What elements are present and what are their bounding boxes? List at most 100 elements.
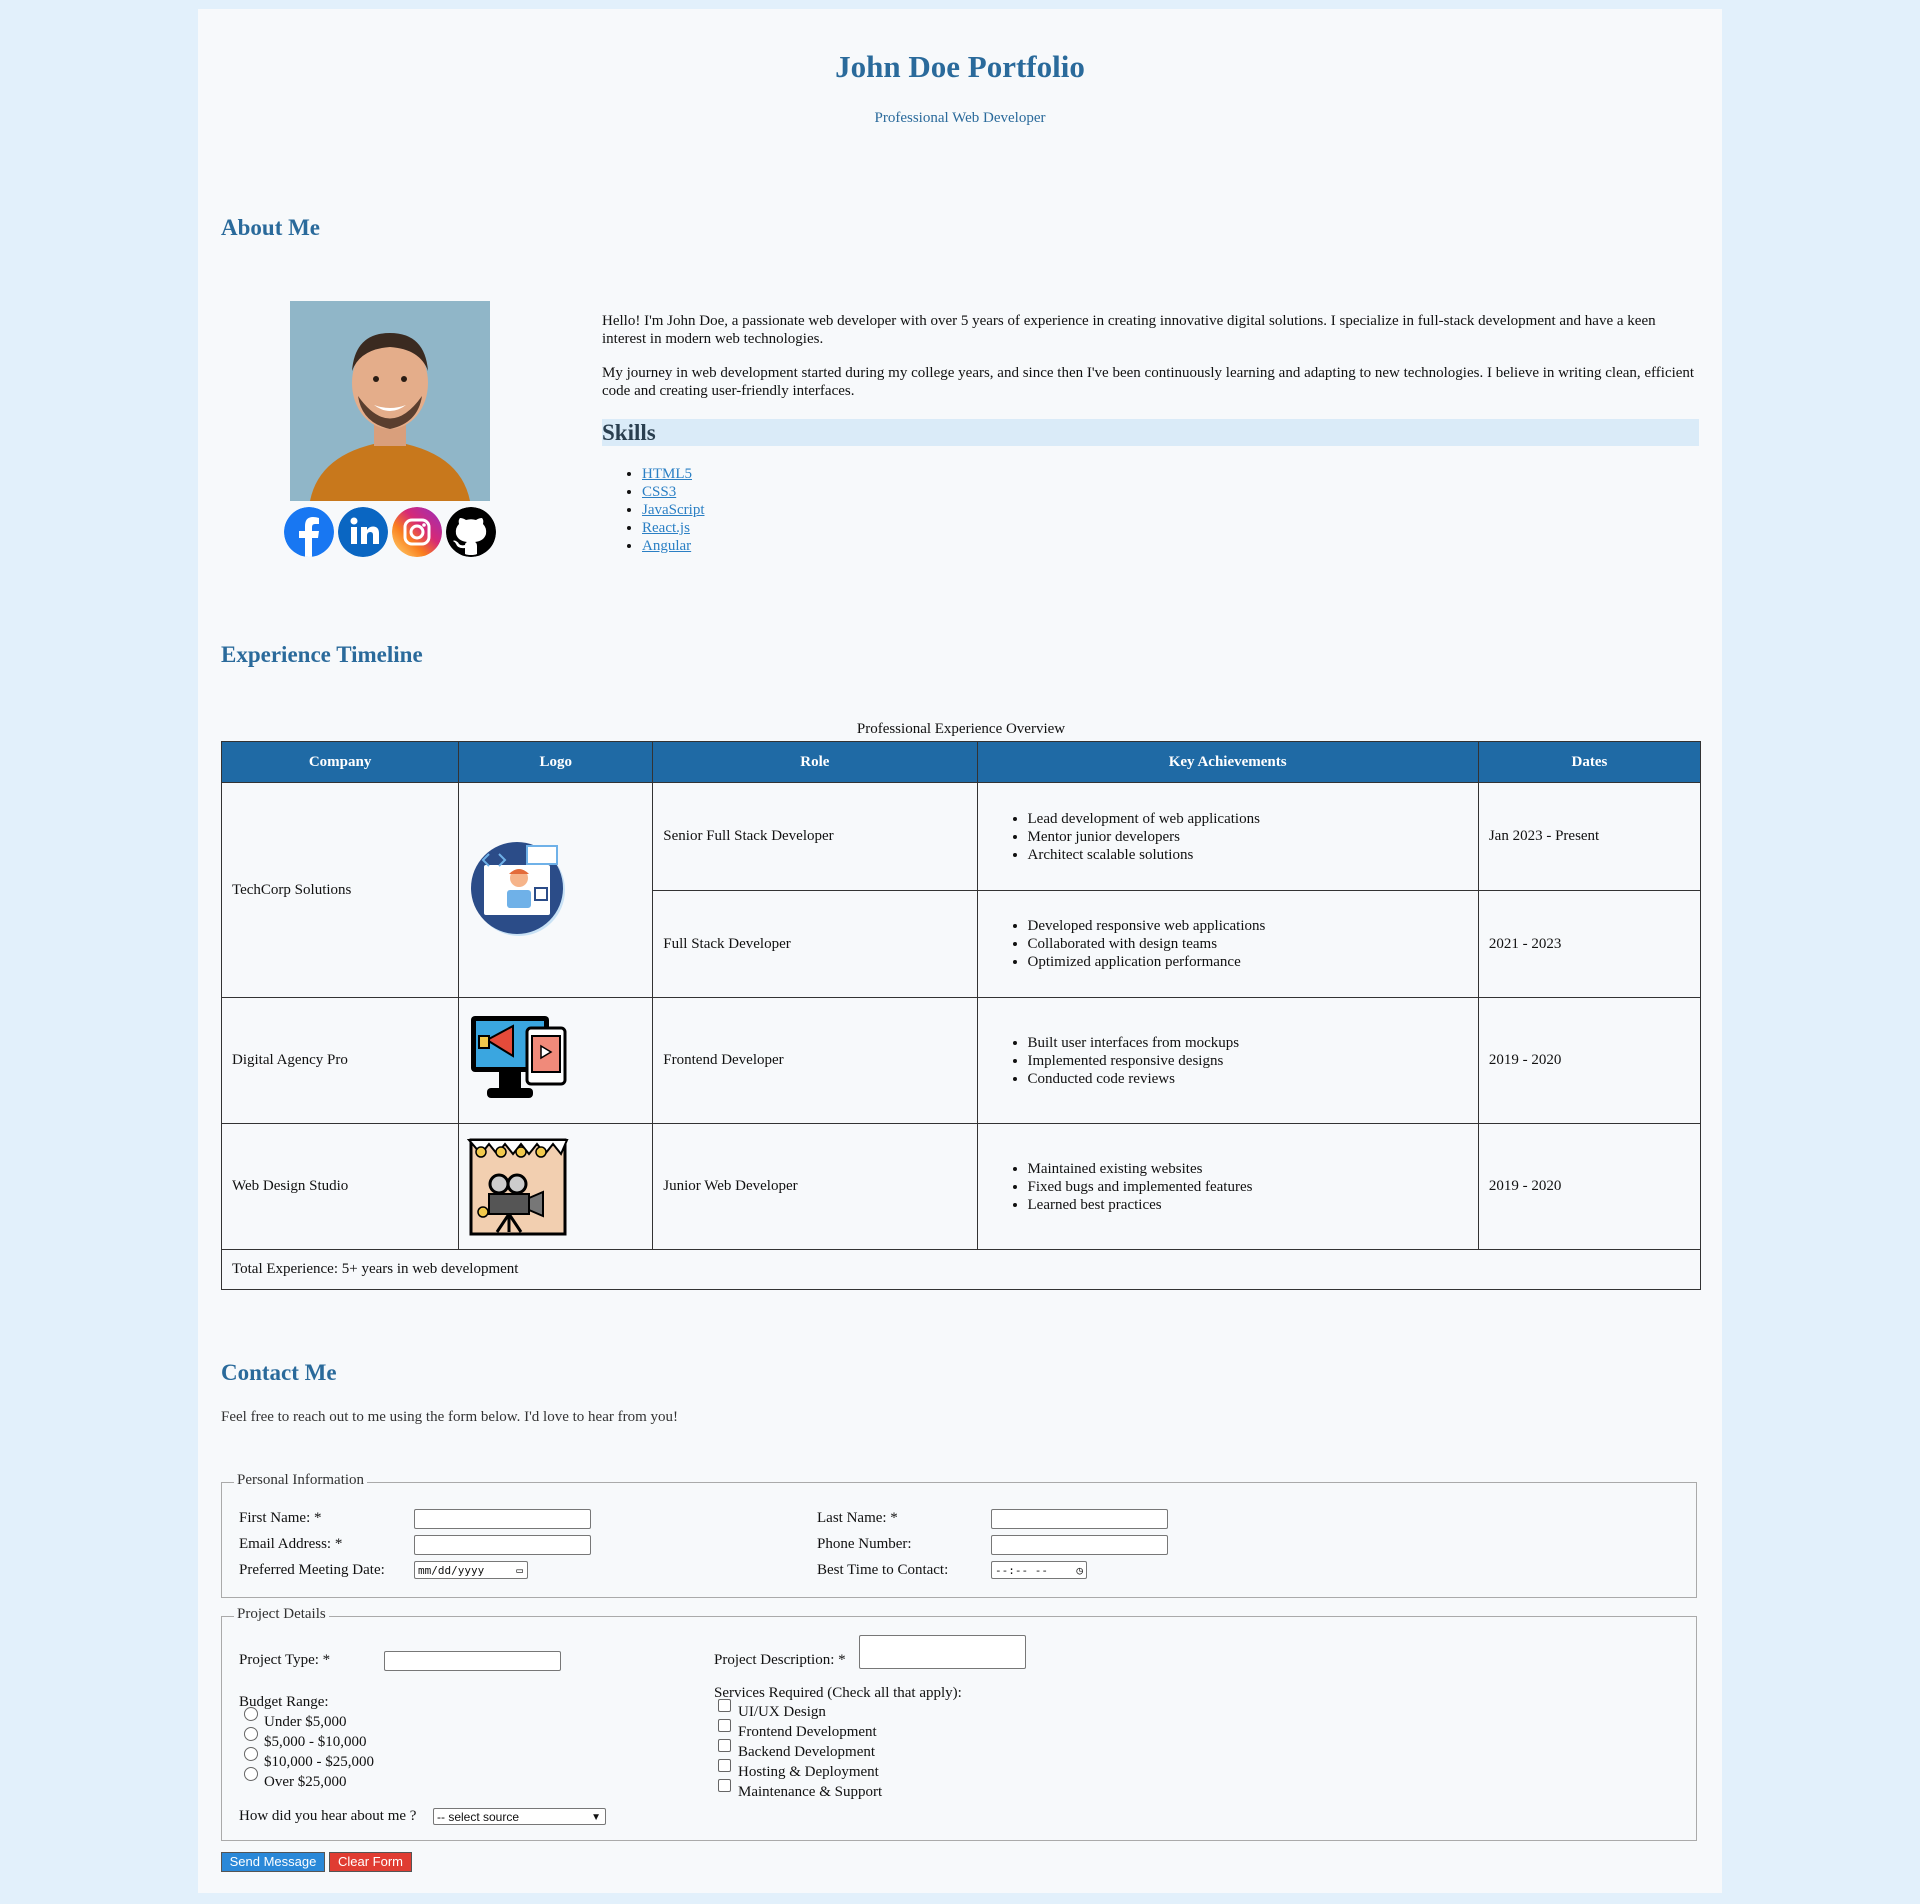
skill-link[interactable]: CSS3	[642, 484, 676, 500]
source-select[interactable]: -- select source ▼	[433, 1808, 606, 1825]
total-experience: Total Experience: 5+ years in web develo…	[221, 1249, 1701, 1290]
budget-option: $5,000 - $10,000	[264, 1734, 367, 1750]
best-time-input[interactable]: --:-- -- ◷	[991, 1561, 1087, 1579]
role-cell: Full Stack Developer	[652, 890, 978, 998]
dates-cell: 2019 - 2020	[1477, 997, 1702, 1124]
contact-intro: Feel free to reach out to me using the f…	[221, 1409, 679, 1425]
facebook-icon[interactable]	[284, 507, 334, 557]
skill-item: HTML5	[642, 465, 704, 483]
achievements-cell: Lead development of web applications Men…	[976, 782, 1479, 891]
achievement-item: Maintained existing websites	[1028, 1160, 1468, 1178]
achievement-item: Mentor junior developers	[1028, 828, 1468, 846]
achievement-item: Learned best practices	[1028, 1196, 1468, 1214]
budget-radio[interactable]	[244, 1707, 258, 1721]
phone-input[interactable]	[991, 1535, 1168, 1555]
achievement-item: Fixed bugs and implemented features	[1028, 1178, 1468, 1196]
service-checkbox[interactable]	[718, 1699, 731, 1712]
best-time-label: Best Time to Contact:	[817, 1562, 949, 1578]
logo-cell	[458, 782, 654, 998]
role-cell: Frontend Developer	[652, 997, 978, 1124]
skills-list: HTML5 CSS3 JavaScript React.js Angular	[602, 465, 704, 555]
project-type-input[interactable]	[384, 1651, 561, 1671]
linkedin-icon[interactable]	[338, 507, 388, 557]
skills-heading: Skills	[602, 419, 1699, 446]
role-cell: Junior Web Developer	[652, 1123, 978, 1250]
project-description-textarea[interactable]	[859, 1635, 1026, 1669]
chevron-down-icon: ▼	[591, 1812, 601, 1823]
service-option: UI/UX Design	[738, 1704, 826, 1720]
skill-item: JavaScript	[642, 501, 704, 519]
service-checkbox[interactable]	[718, 1779, 731, 1792]
date-placeholder: mm/dd/yyyy	[418, 1564, 485, 1577]
budget-option: Over $25,000	[264, 1774, 347, 1790]
project-details-legend: Project Details	[234, 1606, 329, 1623]
budget-radio[interactable]	[244, 1767, 258, 1781]
portfolio-page: John Doe Portfolio Professional Web Deve…	[198, 9, 1722, 1893]
phone-label: Phone Number:	[817, 1536, 912, 1552]
services-label: Services Required (Check all that apply)…	[714, 1685, 962, 1701]
last-name-input[interactable]	[991, 1509, 1168, 1529]
developer-logo-icon	[471, 841, 566, 936]
logo-cell	[458, 997, 654, 1124]
service-checkbox[interactable]	[718, 1759, 731, 1772]
achievements-cell: Developed responsive web applications Co…	[976, 890, 1479, 998]
github-icon[interactable]	[446, 507, 496, 557]
meeting-date-input[interactable]: mm/dd/yyyy ▭	[414, 1561, 528, 1579]
company-cell: TechCorp Solutions	[220, 782, 460, 998]
source-selected-value: -- select source	[437, 1810, 520, 1824]
dates-cell: Jan 2023 - Present	[1477, 782, 1702, 891]
service-option: Maintenance & Support	[738, 1784, 883, 1800]
first-name-input[interactable]	[414, 1509, 591, 1529]
about-heading: About Me	[221, 215, 321, 240]
calendar-icon[interactable]: ▭	[516, 1562, 523, 1580]
project-description-label: Project Description: *	[714, 1652, 846, 1668]
achievement-item: Implemented responsive designs	[1028, 1052, 1468, 1070]
achievement-item: Conducted code reviews	[1028, 1070, 1468, 1088]
service-checkbox[interactable]	[718, 1719, 731, 1732]
budget-radio[interactable]	[244, 1747, 258, 1761]
company-cell: Web Design Studio	[220, 1123, 460, 1250]
table-row: Digital Agency Pro Frontend Developer • …	[220, 997, 1702, 1124]
personal-info-legend: Personal Information	[234, 1472, 368, 1489]
column-header: Key Achievements	[976, 741, 1479, 783]
service-option: Backend Development	[738, 1744, 876, 1760]
page-title: John Doe Portfolio	[835, 49, 1085, 84]
service-option: Frontend Development	[738, 1724, 877, 1740]
logo-cell	[458, 1123, 654, 1250]
column-header: Role	[652, 741, 978, 783]
send-message-button[interactable]: Send Message	[221, 1852, 325, 1872]
time-placeholder: --:-- --	[995, 1564, 1048, 1577]
skill-link[interactable]: JavaScript	[642, 502, 704, 518]
contact-heading: Contact Me	[221, 1360, 337, 1385]
service-checkbox[interactable]	[718, 1739, 731, 1752]
column-header: Company	[220, 741, 460, 783]
achievement-item: Optimized application performance	[1028, 953, 1468, 971]
clock-icon[interactable]: ◷	[1076, 1562, 1083, 1580]
achievements-cell: Built user interfaces from mockups Imple…	[976, 997, 1479, 1124]
dates-cell: 2021 - 2023	[1477, 890, 1702, 998]
email-input[interactable]	[414, 1535, 591, 1555]
source-label: How did you hear about me ?	[239, 1808, 417, 1824]
budget-radio[interactable]	[244, 1727, 258, 1741]
email-label: Email Address: *	[239, 1536, 343, 1552]
skill-link[interactable]: Angular	[642, 538, 691, 554]
instagram-icon[interactable]	[392, 507, 442, 557]
service-option: Hosting & Deployment	[738, 1764, 879, 1780]
role-cell: Senior Full Stack Developer	[652, 782, 978, 891]
experience-table: Company Logo Role Key Achievements Dates…	[220, 741, 1702, 1290]
meeting-date-label: Preferred Meeting Date:	[239, 1562, 385, 1578]
about-paragraph-2: My journey in web development started du…	[602, 365, 1695, 399]
budget-option: $10,000 - $25,000	[264, 1754, 374, 1770]
budget-option: Under $5,000	[264, 1714, 347, 1730]
clear-form-button[interactable]: Clear Form	[329, 1852, 412, 1872]
project-type-label: Project Type: *	[239, 1652, 331, 1668]
achievement-item: Developed responsive web applications	[1028, 917, 1468, 935]
achievement-item: Collaborated with design teams	[1028, 935, 1468, 953]
table-caption: Professional Experience Overview	[856, 721, 1066, 737]
skill-link[interactable]: React.js	[642, 520, 690, 536]
company-cell: Digital Agency Pro	[220, 997, 460, 1124]
page-subtitle: Professional Web Developer	[874, 110, 1046, 126]
about-paragraph-1: Hello! I'm John Doe, a passionate web de…	[602, 313, 1656, 347]
skill-link[interactable]: HTML5	[642, 466, 692, 482]
dates-cell: 2019 - 2020	[1477, 1123, 1702, 1250]
